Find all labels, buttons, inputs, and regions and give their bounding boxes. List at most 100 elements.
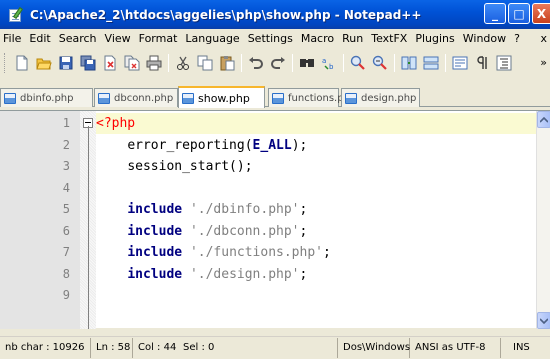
tab-label: dbinfo.php <box>20 92 74 104</box>
keyword-token: include <box>127 266 183 282</box>
code-text[interactable] <box>96 178 536 199</box>
indent-guide-icon[interactable] <box>493 53 514 74</box>
menu-window[interactable]: Window <box>459 29 510 49</box>
sync-vertical-icon[interactable] <box>398 53 419 74</box>
fold-range-line <box>88 126 89 329</box>
menu-edit[interactable]: Edit <box>25 29 54 49</box>
menu-plugins[interactable]: Plugins <box>411 29 458 49</box>
print-icon[interactable] <box>143 53 164 74</box>
menu-run[interactable]: Run <box>338 29 367 49</box>
menu-textfx[interactable]: TextFX <box>367 29 411 49</box>
tab-dbinfo-php[interactable]: dbinfo.php <box>0 88 93 107</box>
status-insert-mode: INS <box>513 342 530 353</box>
code-token: session_start(); <box>127 159 253 174</box>
toolbar-overflow-button[interactable]: » <box>540 56 547 69</box>
code-text[interactable]: include './functions.php'; <box>96 242 536 263</box>
sync-horizontal-icon[interactable] <box>420 53 441 74</box>
menu-macro[interactable]: Macro <box>297 29 338 49</box>
code-text[interactable]: include './dbconn.php'; <box>96 221 536 242</box>
line-number: 4 <box>62 180 70 195</box>
scroll-down-button[interactable] <box>537 312 550 329</box>
code-text[interactable]: <?php <box>96 113 536 134</box>
menu-search[interactable]: Search <box>55 29 101 49</box>
title-bar[interactable]: C:\Apache2_2\htdocs\aggelies\php\show.ph… <box>0 0 550 29</box>
code-text[interactable]: include './design.php'; <box>96 264 536 285</box>
toolbar-separator <box>394 54 395 72</box>
code-line[interactable]: 5 include './dbinfo.php'; <box>0 199 536 220</box>
code-editor[interactable]: 1 <?php 2 error_reporting(E_ALL); 3 session… <box>0 110 550 329</box>
paste-icon[interactable] <box>216 53 237 74</box>
window-controls: _ □ X <box>482 3 550 24</box>
code-line[interactable]: 8 include './design.php'; <box>0 264 536 285</box>
close-file-icon[interactable] <box>99 53 120 74</box>
menu-view[interactable]: View <box>101 29 135 49</box>
toolbar-separator <box>292 54 293 72</box>
code-line[interactable]: 3 session_start(); <box>0 156 536 177</box>
tab-label: design.php <box>361 92 417 104</box>
zoom-out-icon[interactable] <box>369 53 390 74</box>
code-text[interactable]: include './dbinfo.php'; <box>96 199 536 220</box>
maximize-button[interactable]: □ <box>508 3 530 24</box>
status-column: Col : 44 <box>138 342 177 353</box>
menu-overflow-button[interactable]: x <box>540 29 547 49</box>
toolbar-grip[interactable] <box>4 53 7 73</box>
save-icon[interactable] <box>55 53 76 74</box>
word-wrap-icon[interactable] <box>449 53 470 74</box>
tab-design-php[interactable]: design.php <box>341 88 420 107</box>
toolbar: ab » <box>0 49 550 77</box>
zoom-in-icon[interactable] <box>347 53 368 74</box>
line-number: 5 <box>62 202 70 216</box>
menu-file[interactable]: File <box>0 29 25 49</box>
toolbar-separator <box>445 54 446 72</box>
string-token: './dbinfo.php' <box>189 202 300 217</box>
notepad-plus-plus-icon[interactable] <box>8 6 24 23</box>
tab-show-php[interactable]: show.php <box>178 86 265 108</box>
tab-functions-php[interactable]: functions.php <box>268 88 356 107</box>
code-text[interactable] <box>96 285 536 306</box>
minimize-button[interactable]: _ <box>484 3 506 24</box>
close-all-icon[interactable] <box>121 53 142 74</box>
open-file-icon[interactable] <box>33 53 54 74</box>
constant-token: E_ALL <box>252 137 292 153</box>
code-token: ; <box>299 223 308 239</box>
scroll-up-button[interactable] <box>537 111 550 128</box>
save-all-icon[interactable] <box>77 53 98 74</box>
line-number: 9 <box>62 288 70 302</box>
line-number: 2 <box>62 137 70 152</box>
tab-dbconn-php[interactable]: dbconn.php <box>94 88 178 107</box>
copy-icon[interactable] <box>194 53 215 74</box>
vertical-scrollbar[interactable] <box>536 111 550 329</box>
code-line[interactable]: 9 <box>0 285 536 306</box>
line-number: 8 <box>62 266 70 281</box>
code-line[interactable]: 6 include './dbconn.php'; <box>0 221 536 242</box>
toolbar-separator <box>168 54 169 72</box>
show-all-chars-icon[interactable] <box>471 53 492 74</box>
code-token: error_reporting( <box>127 137 253 153</box>
code-line[interactable]: 2 error_reporting(E_ALL); <box>0 135 536 156</box>
code-line[interactable]: 4 <box>0 178 536 199</box>
file-tab-icon <box>98 92 110 104</box>
menu-language[interactable]: Language <box>181 29 243 49</box>
menu-settings[interactable]: Settings <box>244 29 297 49</box>
code-text[interactable]: session_start(); <box>96 156 536 177</box>
keyword-token: include <box>127 202 183 217</box>
file-tab-icon <box>182 92 194 104</box>
code-line[interactable]: 1 <?php <box>0 113 536 134</box>
code-line[interactable]: 7 include './functions.php'; <box>0 242 536 263</box>
new-file-icon[interactable] <box>11 53 32 74</box>
find-icon[interactable] <box>296 53 317 74</box>
menu-format[interactable]: Format <box>135 29 182 49</box>
undo-icon[interactable] <box>245 53 266 74</box>
close-button[interactable]: X <box>532 3 550 24</box>
replace-icon[interactable]: ab <box>318 53 339 74</box>
tab-label: dbconn.php <box>114 92 174 104</box>
code-text[interactable]: error_reporting(E_ALL); <box>96 135 536 156</box>
redo-icon[interactable] <box>267 53 288 74</box>
status-line: Ln : 58 <box>91 338 133 358</box>
cut-icon[interactable] <box>172 53 193 74</box>
menu-help[interactable]: ? <box>510 29 524 49</box>
